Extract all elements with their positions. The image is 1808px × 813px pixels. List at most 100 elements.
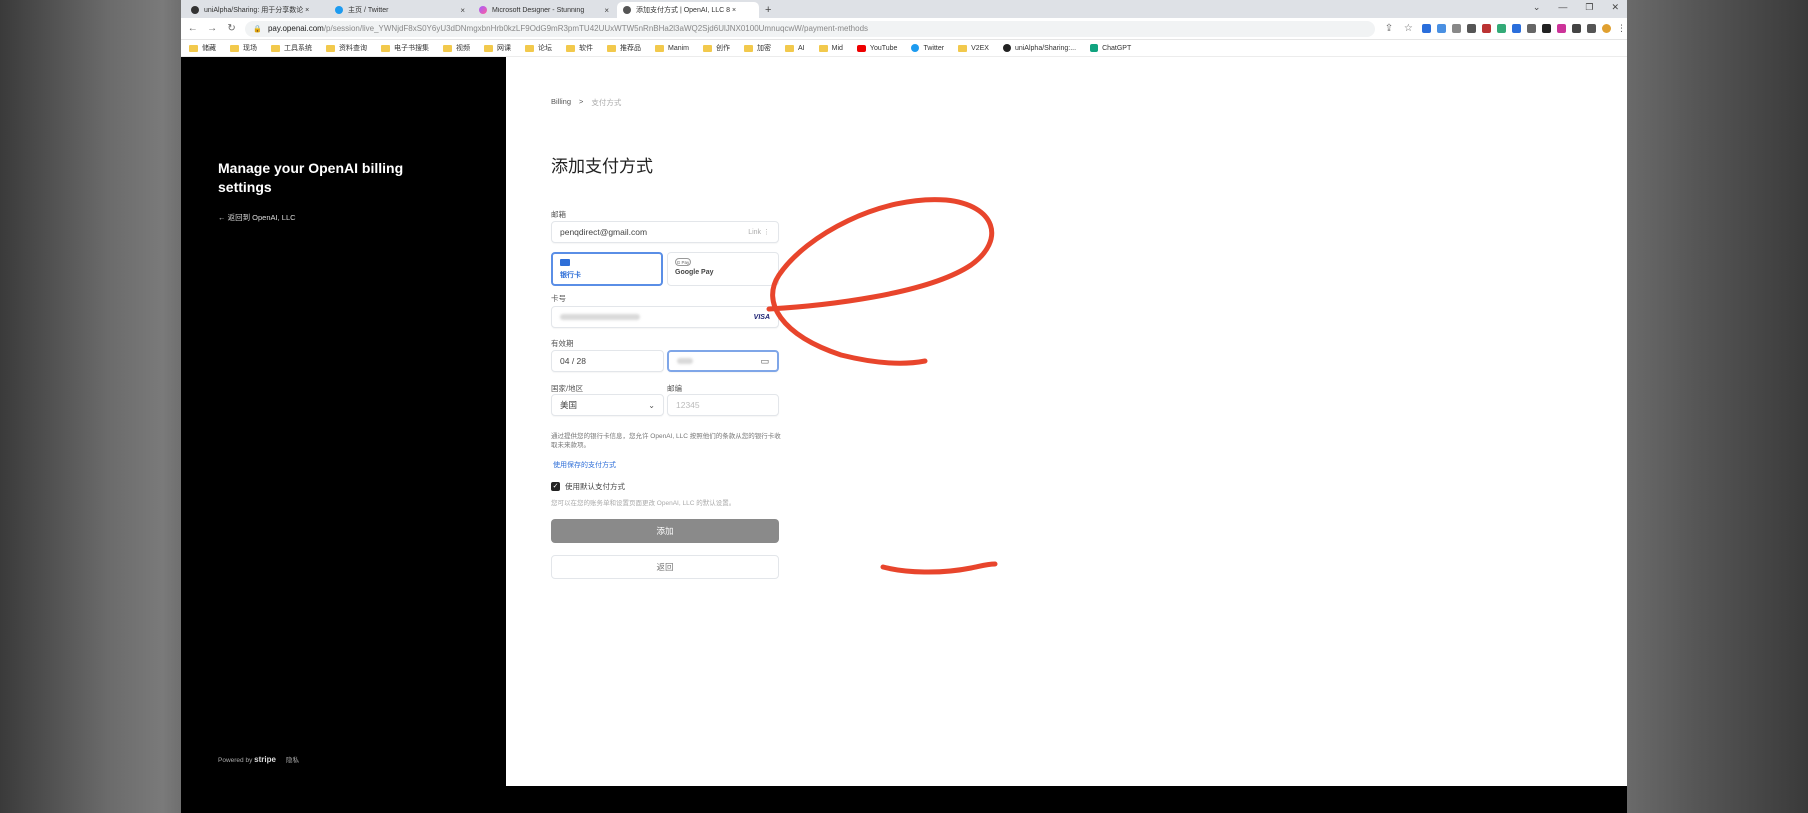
card-number-blurred xyxy=(560,314,640,320)
openai-icon xyxy=(623,6,631,14)
method-card-label: 银行卡 xyxy=(560,272,581,279)
bookmark-item[interactable]: 论坛 xyxy=(525,43,552,53)
chevron-down-icon[interactable]: ⌄ xyxy=(1533,2,1541,13)
bookmark-label: Mid xyxy=(831,44,843,52)
use-saved-method-link[interactable]: 使用保存的支付方式 xyxy=(553,460,616,470)
bookmark-label: AI xyxy=(798,44,805,52)
star-icon[interactable]: ☆ xyxy=(1403,23,1414,34)
default-method-checkbox[interactable]: ✓ 使用默认支付方式 xyxy=(551,481,625,492)
zip-input[interactable]: 12345 xyxy=(667,394,779,416)
restore-icon[interactable]: ❐ xyxy=(1585,2,1593,13)
extension-icon[interactable] xyxy=(1497,24,1507,33)
minimize-icon[interactable]: — xyxy=(1558,2,1567,13)
bookmark-label: Manim xyxy=(668,44,690,52)
breadcrumb-current: 支付方式 xyxy=(591,98,622,107)
bookmark-label: 论坛 xyxy=(538,45,552,52)
github-icon xyxy=(1002,44,1011,52)
extension-icon[interactable] xyxy=(1452,24,1462,33)
share-icon[interactable]: ⇪ xyxy=(1383,23,1394,34)
url-input[interactable]: 🔒 pay.openai.com /p/session/live_YWNjdF8… xyxy=(245,20,1376,37)
bookmark-item[interactable]: Twitter xyxy=(911,44,944,52)
chevron-right-icon: > xyxy=(579,97,584,106)
puzzle-icon[interactable] xyxy=(1572,24,1582,33)
email-field[interactable]: penqdirect@gmail.com Link ⋮ xyxy=(551,221,779,243)
payment-form-area: Billing > 支付方式 添加支付方式 邮箱 penqdirect@gmai… xyxy=(506,57,1627,786)
bookmark-item[interactable]: 现场 xyxy=(230,43,257,53)
sidebar-icon[interactable] xyxy=(1587,24,1597,33)
zip-placeholder: 12345 xyxy=(676,400,700,410)
bookmark-item[interactable]: 资料查询 xyxy=(326,43,367,53)
bookmark-item[interactable]: uniAlpha/Sharing:... xyxy=(1002,44,1077,52)
stripe-logo[interactable]: stripe xyxy=(254,755,276,764)
bookmark-item[interactable]: 视频 xyxy=(443,43,470,53)
bookmark-item[interactable]: ChatGPT xyxy=(1090,44,1131,52)
screen-recording: uniAlpha/Sharing: 用于分享数论 × 主页 / Twitter … xyxy=(181,0,1627,813)
bookmark-item[interactable]: 软件 xyxy=(566,43,593,53)
bookmark-item[interactable]: 工具系统 xyxy=(271,43,312,53)
extension-icon[interactable] xyxy=(1557,24,1567,33)
new-tab-button[interactable]: + xyxy=(765,2,771,18)
tab-openai-payment[interactable]: 添加支付方式 | OpenAI, LLC 8 × xyxy=(617,2,759,18)
method-gpay-label: Google Pay xyxy=(675,269,714,276)
expiry-value: 04 / 28 xyxy=(560,356,586,366)
folder-icon xyxy=(525,44,534,52)
method-card-button[interactable]: 银行卡 xyxy=(551,252,663,286)
bookmark-item[interactable]: Mid xyxy=(818,44,843,52)
expiry-field[interactable]: 04 / 28 xyxy=(551,350,664,372)
folder-icon xyxy=(566,44,575,52)
extension-icon[interactable] xyxy=(1422,24,1432,33)
link-menu[interactable]: Link ⋮ xyxy=(748,228,770,236)
bookmark-item[interactable]: V2EX xyxy=(958,44,989,52)
close-tab-icon[interactable]: × xyxy=(460,6,465,15)
back-arrow-icon[interactable]: ← xyxy=(187,23,198,34)
extension-icon[interactable] xyxy=(1542,24,1552,33)
breadcrumb-billing[interactable]: Billing xyxy=(551,97,571,108)
bookmark-item[interactable]: AI xyxy=(785,44,805,52)
powered-by-label: Powered by xyxy=(218,756,253,764)
taskbar-strip xyxy=(181,786,1627,813)
extension-icon[interactable] xyxy=(1482,24,1492,33)
billing-side-panel: Manage your OpenAI billing settings ← 返回… xyxy=(181,57,506,786)
bookmark-item[interactable]: 电子书搜集 xyxy=(381,43,429,53)
bookmark-item[interactable]: YouTube xyxy=(856,44,897,52)
add-button[interactable]: 添加 xyxy=(551,519,779,543)
extension-icon[interactable] xyxy=(1527,24,1537,33)
extension-icon[interactable] xyxy=(1467,24,1477,33)
chatgpt-icon xyxy=(1090,44,1099,52)
bookmark-label: 工具系统 xyxy=(284,45,312,52)
checkmark-icon: ✓ xyxy=(551,482,560,491)
country-select[interactable]: 美国 ⌄ xyxy=(551,394,664,416)
bookmark-item[interactable]: 网课 xyxy=(484,43,511,53)
powered-by-stripe: Powered by stripe 隐私 xyxy=(218,754,299,765)
folder-icon xyxy=(703,44,713,52)
forward-arrow-icon[interactable]: → xyxy=(206,23,217,34)
reload-icon[interactable]: ↻ xyxy=(226,23,237,34)
close-tab-icon[interactable]: × xyxy=(604,6,609,15)
extension-icon[interactable] xyxy=(1512,24,1522,33)
more-vert-icon[interactable]: ⋮ xyxy=(1617,24,1626,33)
tab-github[interactable]: uniAlpha/Sharing: 用于分享数论 × xyxy=(185,2,327,18)
back-button[interactable]: 返回 xyxy=(551,555,779,579)
bookmark-label: 网课 xyxy=(497,45,511,52)
bookmark-item[interactable]: Manim xyxy=(655,44,690,52)
bookmark-item[interactable]: 创作 xyxy=(703,43,730,53)
close-window-icon[interactable]: ✕ xyxy=(1611,2,1619,13)
bookmark-label: uniAlpha/Sharing:... xyxy=(1014,44,1077,52)
privacy-link[interactable]: 隐私 xyxy=(286,754,299,764)
back-to-openai-link[interactable]: ← 返回到 OpenAI, LLC xyxy=(218,212,296,223)
bookmark-item[interactable]: 推荐品 xyxy=(607,43,641,53)
folder-icon xyxy=(230,44,239,52)
cvc-field[interactable]: ▭ xyxy=(667,350,779,372)
tab-twitter[interactable]: 主页 / Twitter × xyxy=(329,2,471,18)
bookmark-label: 视频 xyxy=(456,45,470,52)
address-bar: ← → ↻ 🔒 pay.openai.com /p/session/live_Y… xyxy=(181,18,1627,40)
card-number-field[interactable]: VISA xyxy=(551,306,779,328)
chevron-down-icon: ⌄ xyxy=(648,400,655,410)
tab-designer[interactable]: Microsoft Designer - Stunning × xyxy=(473,2,615,18)
extension-icon[interactable] xyxy=(1437,24,1447,33)
avatar[interactable] xyxy=(1602,24,1612,33)
method-google-pay-button[interactable]: G Pay Google Pay xyxy=(667,252,779,286)
folder-icon xyxy=(785,44,795,52)
bookmark-item[interactable]: 加密 xyxy=(744,43,771,53)
bookmark-item[interactable]: 储藏 xyxy=(189,43,216,53)
